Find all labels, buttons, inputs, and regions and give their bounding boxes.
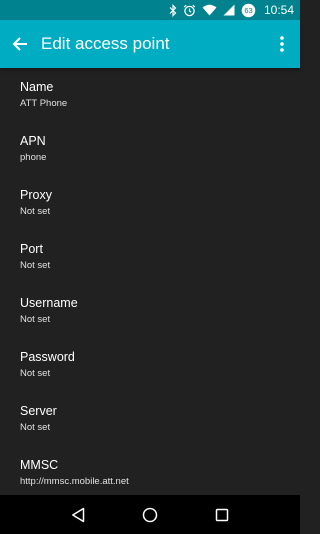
field-value: phone — [20, 152, 47, 163]
app-bar: Edit access point — [0, 20, 300, 68]
page-title: Edit access point — [41, 34, 170, 53]
field-title: Username — [20, 296, 78, 310]
field-username[interactable]: Username Not set — [0, 284, 300, 338]
nav-recents-icon — [215, 508, 229, 521]
field-value: Not set — [20, 260, 51, 271]
field-name[interactable]: Name ATT Phone — [0, 68, 300, 122]
apn-field-list: Name ATT Phone APN phone Proxy Not set P… — [0, 68, 300, 495]
field-server[interactable]: Server Not set — [0, 392, 300, 446]
field-port[interactable]: Port Not set — [0, 230, 300, 284]
field-value: Not set — [20, 368, 51, 379]
field-value: http://mmsc.mobile.att.net — [20, 476, 129, 487]
nav-home-button[interactable] — [135, 500, 165, 530]
more-vert-icon — [280, 36, 284, 52]
alarm-icon — [183, 3, 196, 17]
field-title: Port — [20, 242, 43, 256]
nav-back-icon — [72, 507, 85, 522]
nav-recents-button[interactable] — [207, 500, 237, 530]
field-value: Not set — [20, 206, 51, 217]
back-button[interactable] — [0, 20, 40, 68]
field-value: Not set — [20, 422, 51, 433]
bluetooth-icon — [169, 3, 177, 17]
field-value: ATT Phone — [20, 98, 68, 109]
field-password[interactable]: Password Not set — [0, 338, 300, 392]
status-bar: 63 10:54 — [0, 0, 300, 20]
nav-back-button[interactable] — [63, 500, 93, 530]
overflow-menu-button[interactable] — [264, 20, 300, 68]
field-title: APN — [20, 134, 46, 148]
field-proxy[interactable]: Proxy Not set — [0, 176, 300, 230]
field-title: Name — [20, 80, 54, 94]
field-apn[interactable]: APN phone — [0, 122, 300, 176]
arrow-back-icon — [12, 37, 27, 51]
field-title: Proxy — [20, 188, 52, 202]
field-title: Password — [20, 350, 75, 364]
svg-text:63: 63 — [244, 6, 252, 15]
navigation-bar — [0, 495, 300, 534]
battery-icon: 63 — [241, 3, 256, 17]
signal-icon — [223, 3, 235, 17]
field-mmsc[interactable]: MMSC http://mmsc.mobile.att.net — [0, 446, 300, 495]
wifi-icon — [202, 3, 217, 17]
field-value: Not set — [20, 314, 51, 325]
field-title: MMSC — [20, 458, 59, 472]
status-time: 10:54 — [263, 3, 294, 17]
field-title: Server — [20, 404, 57, 418]
nav-home-icon — [142, 507, 158, 522]
